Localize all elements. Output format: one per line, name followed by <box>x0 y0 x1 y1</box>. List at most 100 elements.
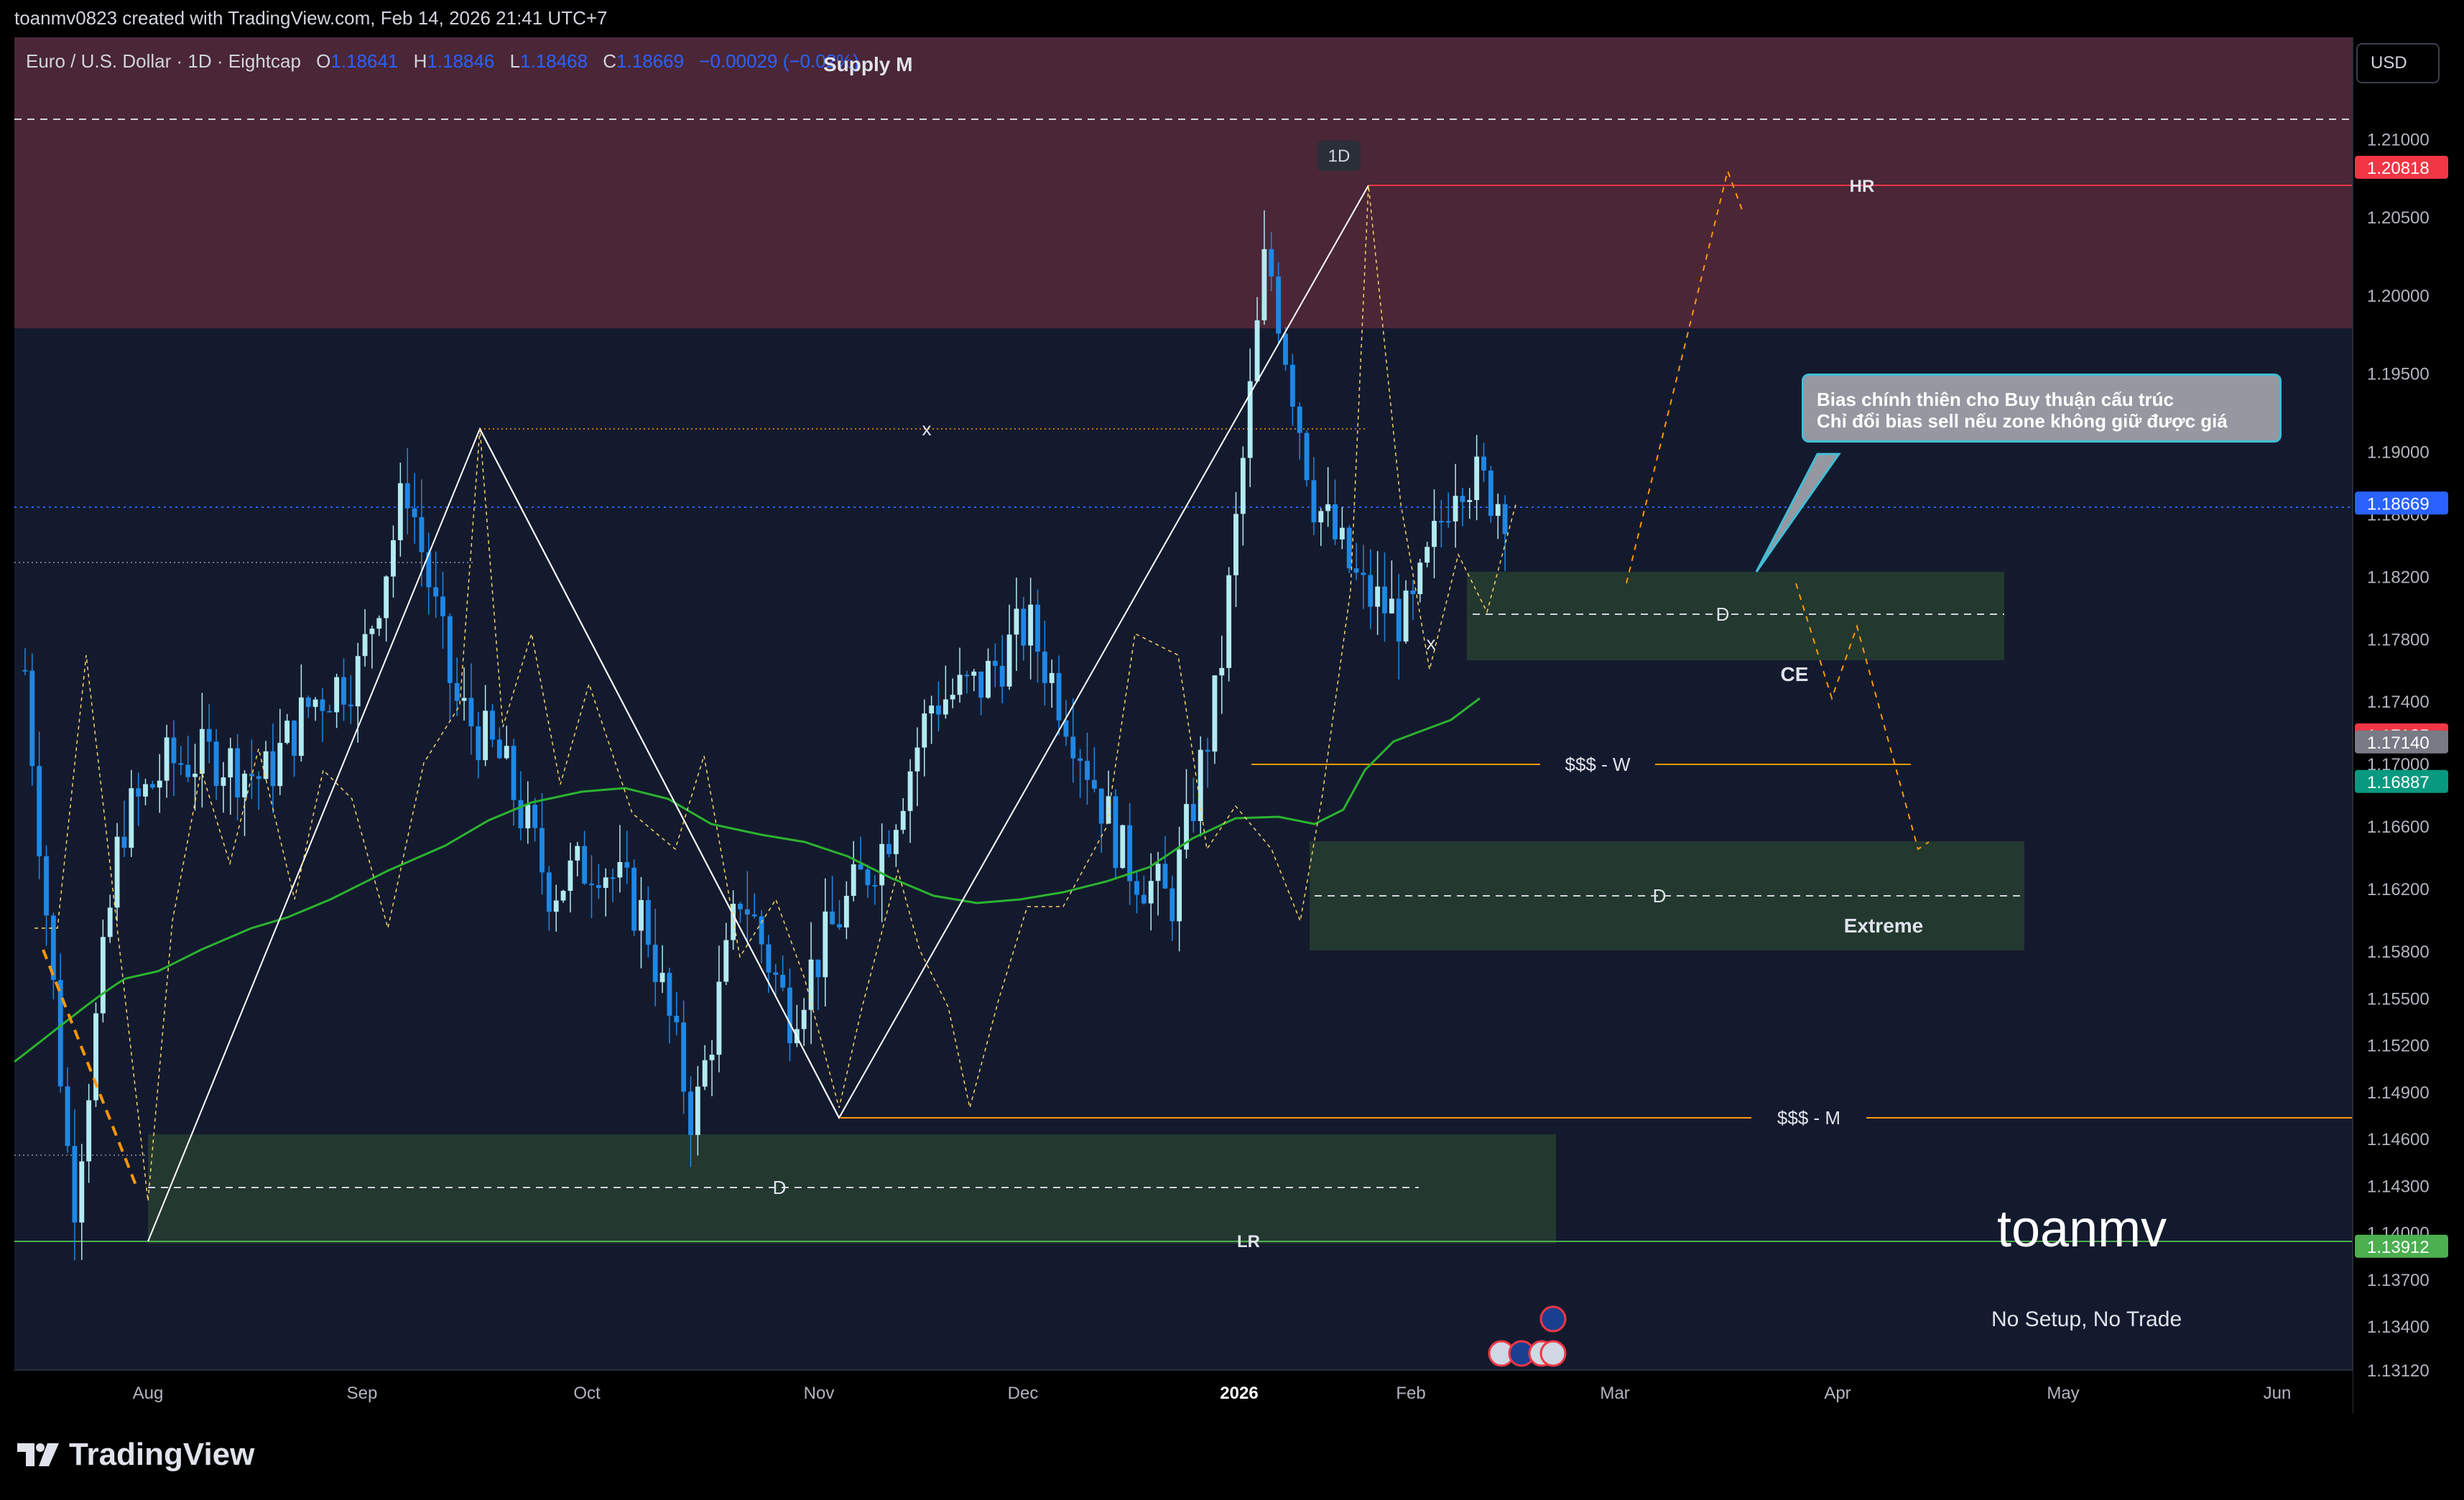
candle-body <box>1120 825 1126 869</box>
hr-label: HR <box>1850 177 1875 196</box>
price-tick-label: 1.14600 <box>2367 1130 2430 1149</box>
candle-body <box>639 899 644 931</box>
candle-body <box>1141 894 1147 904</box>
candle-body <box>851 864 856 896</box>
candle-body <box>1410 591 1416 595</box>
candle-body <box>57 980 63 1087</box>
currency-button[interactable]: USD <box>2356 43 2440 83</box>
candle-body <box>539 828 545 873</box>
candle-body <box>780 974 786 988</box>
candle-body <box>1339 527 1345 540</box>
x-label-top: x <box>922 418 932 440</box>
candle-body <box>942 699 948 715</box>
economic-events-icons <box>1488 1305 1567 1367</box>
candle-body <box>1353 568 1359 573</box>
candle-body <box>1155 864 1161 881</box>
symbol-name[interactable]: Euro / U.S. Dollar · 1D · Eightcap <box>26 50 301 72</box>
candle-body <box>298 697 304 756</box>
price-tick-label: 1.18200 <box>2367 568 2430 587</box>
bias-callout[interactable]: Bias chính thiên cho Buy thuận cấu trúc … <box>1802 374 2282 443</box>
candle-body <box>249 773 254 777</box>
candle-body <box>843 895 849 927</box>
candle-body <box>751 914 757 917</box>
candle-body <box>185 764 191 777</box>
candle-body <box>178 763 184 765</box>
candle-body <box>1113 796 1118 869</box>
time-tick-label: Oct <box>573 1384 601 1403</box>
candle-body <box>1318 511 1324 523</box>
candle-body <box>823 911 828 978</box>
candle-body <box>1021 608 1027 646</box>
swing-path <box>34 185 1516 1202</box>
candle-body <box>546 872 552 912</box>
candle-body <box>221 777 226 786</box>
candle-body <box>681 1022 687 1092</box>
price-badge-label: 1.18669 <box>2367 494 2430 514</box>
price-badge-label: 1.16887 <box>2367 773 2430 792</box>
candle-body <box>1049 672 1055 683</box>
event-flag-eu-icon <box>1539 1305 1567 1333</box>
candle-body <box>568 860 573 892</box>
candle-body <box>603 877 608 888</box>
price-tick-label: 1.15200 <box>2367 1037 2430 1056</box>
bias-line-2: Chỉ đổi bias sell nếu zone không giữ đượ… <box>1817 410 2228 432</box>
candle-body <box>1219 667 1225 676</box>
low-label: L <box>509 50 521 72</box>
candle-body <box>1233 514 1238 575</box>
x-label-low: x <box>1427 632 1436 654</box>
candle-body <box>659 973 665 983</box>
candle-body <box>553 900 559 912</box>
candle-body <box>312 699 318 708</box>
candle-body <box>320 699 325 711</box>
candle-body <box>143 784 148 797</box>
candle-body <box>518 800 524 829</box>
candle-body <box>1070 736 1076 759</box>
price-tick-label: 1.14300 <box>2367 1177 2430 1196</box>
candle-body <box>277 743 283 787</box>
candle-body <box>327 710 333 713</box>
structure-zigzag-2 <box>479 428 840 1119</box>
candle-body <box>1403 591 1409 642</box>
time-tick-label: Dec <box>1008 1384 1039 1403</box>
supply-zone <box>14 37 2353 328</box>
candle-body <box>334 677 340 713</box>
lr-label: LR <box>1237 1232 1260 1251</box>
event-flag-us-icon <box>1539 1340 1567 1367</box>
candle-body <box>65 1086 70 1147</box>
time-tick-label: Feb <box>1396 1384 1425 1403</box>
candle-body <box>978 671 984 698</box>
price-tick-label: 1.19500 <box>2367 365 2430 384</box>
candle-body <box>86 1100 92 1162</box>
candle-body <box>129 788 134 848</box>
time-tick-label: Sep <box>347 1384 378 1403</box>
candle-body <box>511 746 517 800</box>
price-tick-label: 1.13400 <box>2367 1318 2430 1337</box>
candle-body <box>688 1091 693 1135</box>
candle-body <box>702 1060 708 1087</box>
callout-pointer <box>1755 453 1841 573</box>
candle-body <box>193 774 198 777</box>
tradingview-wordmark: TradingView <box>69 1437 255 1472</box>
candle-body <box>957 675 963 695</box>
candle-body <box>490 710 495 740</box>
candle-body <box>900 810 906 830</box>
tradingview-logo-icon <box>17 1443 59 1466</box>
candle-body <box>1056 672 1062 721</box>
candle-body <box>964 675 970 677</box>
extreme-label: Extreme <box>1844 915 1924 937</box>
candle-body <box>936 705 941 715</box>
candle-body <box>744 909 750 915</box>
supply-zone-label: Supply M <box>823 53 913 75</box>
candle-body <box>79 1161 85 1223</box>
d-label-extreme: D <box>1653 885 1667 907</box>
price-tick-label: 1.15500 <box>2367 989 2430 1009</box>
candle-body <box>1261 249 1267 320</box>
candle-body <box>1078 758 1083 761</box>
candle-body <box>624 862 630 868</box>
candle-body <box>1240 458 1246 514</box>
tradingview-logo[interactable]: TradingView <box>16 1437 254 1473</box>
candle-body <box>355 656 361 707</box>
candle-body <box>886 843 891 854</box>
candle-body <box>1460 496 1465 502</box>
candle-body <box>391 540 396 577</box>
